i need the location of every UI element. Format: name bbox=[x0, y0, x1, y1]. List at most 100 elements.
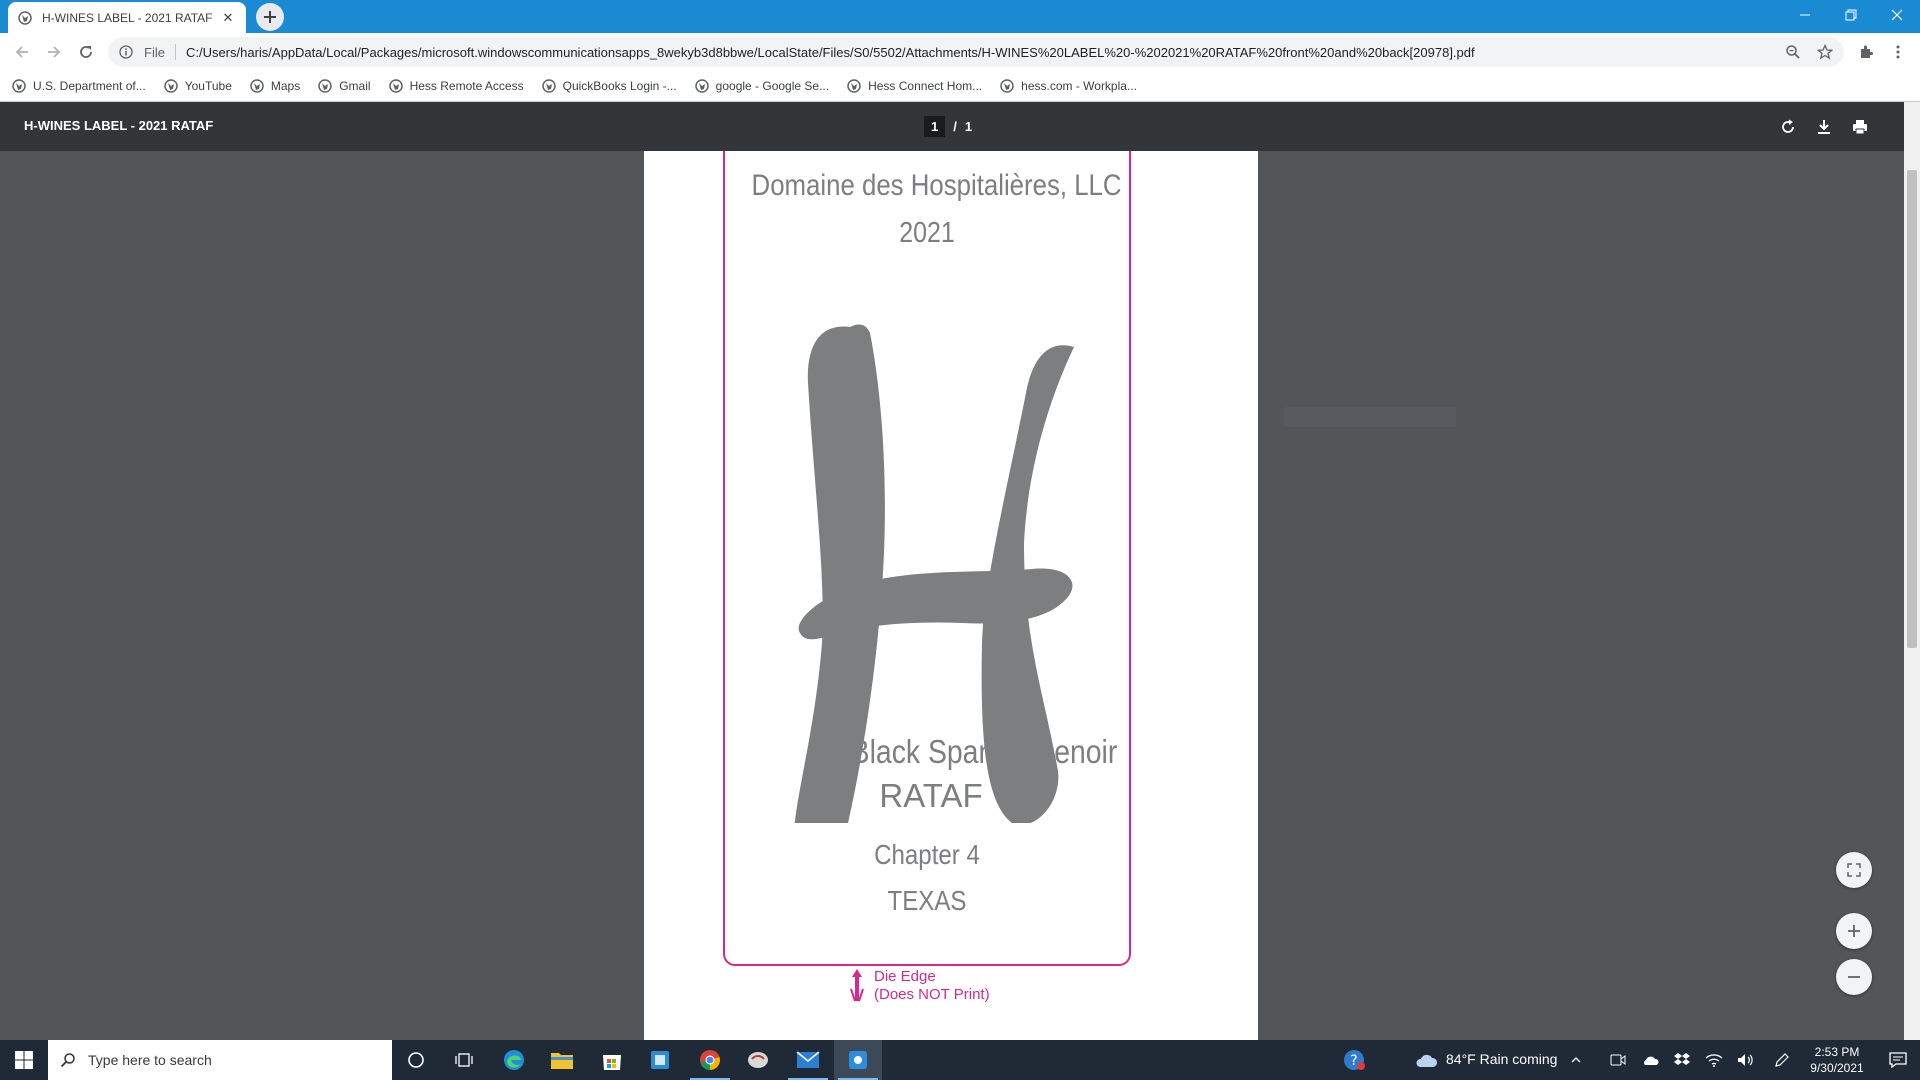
globe-icon bbox=[318, 79, 332, 93]
bookmark-star-button[interactable] bbox=[1811, 37, 1839, 67]
pen-icon[interactable] bbox=[1768, 1040, 1796, 1080]
restore-button[interactable] bbox=[1828, 0, 1874, 30]
current-page-input[interactable]: 1 bbox=[924, 116, 946, 137]
clock-date: 9/30/2021 bbox=[1810, 1061, 1864, 1075]
address-separator bbox=[174, 44, 176, 60]
bookmark-label: Maps bbox=[270, 79, 301, 93]
scrollbar-thumb[interactable] bbox=[1907, 170, 1917, 648]
chevron-up-icon[interactable] bbox=[1562, 1040, 1590, 1080]
mail-app-icon[interactable] bbox=[784, 1040, 832, 1080]
new-tab-button[interactable] bbox=[256, 3, 284, 31]
notifications-button[interactable] bbox=[1874, 1040, 1920, 1080]
weather-text[interactable]: 84°F Rain coming bbox=[1446, 1051, 1557, 1067]
system-clock[interactable]: 2:53 PM 9/30/2021 bbox=[1800, 1044, 1874, 1076]
reload-button[interactable] bbox=[72, 38, 100, 66]
cortana-button[interactable] bbox=[392, 1040, 440, 1080]
bookmark-label: Gmail bbox=[339, 79, 371, 93]
taskbar-search[interactable]: Type here to search bbox=[48, 1040, 392, 1080]
file-explorer-icon[interactable] bbox=[538, 1040, 586, 1080]
back-button[interactable] bbox=[8, 38, 36, 66]
start-button[interactable] bbox=[0, 1040, 48, 1080]
info-icon[interactable] bbox=[118, 44, 134, 60]
label-style: RATAF bbox=[879, 777, 983, 814]
bookmark-item[interactable]: google - Google Se... bbox=[694, 79, 829, 93]
printer-icon bbox=[1853, 120, 1867, 135]
die-edge-arrow-icon bbox=[850, 969, 864, 1002]
browser-toolbar: File C:/Users/haris/AppData/Local/Packag… bbox=[0, 33, 1920, 71]
ghost-annotation bbox=[1284, 407, 1456, 427]
bookmark-item[interactable]: Hess Connect Hom... bbox=[847, 79, 982, 93]
rotate-button[interactable] bbox=[1775, 114, 1801, 140]
label-chapter: Chapter 4 bbox=[874, 839, 980, 870]
fit-page-button[interactable] bbox=[1836, 852, 1872, 888]
zoom-in-button[interactable] bbox=[1836, 913, 1872, 949]
download-icon bbox=[1818, 120, 1830, 134]
bookmark-item[interactable]: YouTube bbox=[163, 79, 232, 93]
restore-icon bbox=[1845, 9, 1857, 21]
weather-cloud-icon[interactable] bbox=[1402, 1040, 1450, 1080]
store-app-icon[interactable] bbox=[588, 1040, 636, 1080]
bookmark-item[interactable]: Hess Remote Access bbox=[388, 79, 524, 93]
tab-title: H-WINES LABEL - 2021 RATAF front and bac… bbox=[42, 10, 214, 25]
bookmark-label: YouTube bbox=[184, 79, 232, 93]
arrow-left-icon bbox=[15, 46, 28, 58]
bookmark-item[interactable]: U.S. Department of... bbox=[12, 79, 146, 93]
app-blue-icon[interactable] bbox=[636, 1040, 684, 1080]
label-variety: Black Spanish Lenoir bbox=[850, 733, 1118, 770]
wifi-icon[interactable] bbox=[1700, 1040, 1728, 1080]
download-button[interactable] bbox=[1811, 114, 1837, 140]
bookmark-item[interactable]: hess.com - Workpla... bbox=[1000, 79, 1137, 93]
kebab-menu-icon bbox=[1896, 45, 1900, 59]
menu-button[interactable] bbox=[1884, 38, 1912, 66]
minimize-button[interactable] bbox=[1782, 0, 1828, 30]
page-separator: / bbox=[953, 119, 957, 134]
zoom-out-button[interactable] bbox=[1836, 959, 1872, 995]
arrow-right-icon bbox=[48, 46, 61, 58]
total-pages: 1 bbox=[964, 119, 973, 134]
pdf-toolbar: H-WINES LABEL - 2021 RATAF 1 / 1 bbox=[0, 102, 1920, 151]
address-scheme: File bbox=[144, 44, 165, 60]
zoom-page-button[interactable] bbox=[1779, 37, 1807, 67]
close-window-button[interactable] bbox=[1874, 0, 1920, 30]
app-settings-blue-icon[interactable] bbox=[834, 1040, 882, 1080]
print-button[interactable] bbox=[1847, 114, 1873, 140]
help-app-icon[interactable]: ? bbox=[1330, 1040, 1378, 1080]
app-brain-icon[interactable] bbox=[734, 1040, 782, 1080]
bookmark-label: QuickBooks Login -... bbox=[562, 79, 677, 93]
dropbox-icon[interactable] bbox=[1668, 1040, 1696, 1080]
globe-icon bbox=[694, 79, 709, 93]
extensions-button[interactable] bbox=[1852, 38, 1880, 66]
globe-icon bbox=[12, 79, 26, 93]
meet-now-icon[interactable] bbox=[1604, 1040, 1632, 1080]
onedrive-icon[interactable] bbox=[1636, 1040, 1664, 1080]
clock-time: 2:53 PM bbox=[1814, 1045, 1860, 1059]
search-icon bbox=[60, 1053, 75, 1068]
bookmark-item[interactable]: Maps bbox=[250, 79, 300, 93]
task-view-button[interactable] bbox=[440, 1040, 488, 1080]
puzzle-icon bbox=[1861, 45, 1873, 58]
pdf-viewport[interactable]: Domaine des Hospitalières, LLC 2021 Blac… bbox=[0, 151, 1904, 1040]
close-icon[interactable]: ✕ bbox=[220, 10, 236, 26]
chrome-app-icon[interactable] bbox=[686, 1040, 734, 1080]
bookmark-label: Hess Connect Hom... bbox=[868, 79, 983, 93]
fit-to-page-icon bbox=[1847, 863, 1861, 877]
die-edge-line2: (Does NOT Print) bbox=[874, 986, 990, 1003]
bookmark-item[interactable]: Gmail bbox=[318, 79, 371, 93]
volume-icon[interactable] bbox=[1732, 1040, 1760, 1080]
task-view-icon bbox=[455, 1053, 473, 1067]
address-url[interactable]: C:/Users/haris/AppData/Local/Packages/mi… bbox=[186, 45, 1666, 60]
globe-icon bbox=[388, 79, 403, 93]
label-state: TEXAS bbox=[887, 885, 967, 916]
vertical-scrollbar[interactable] bbox=[1904, 102, 1920, 1040]
globe-icon bbox=[847, 79, 861, 93]
magnifier-minus-icon bbox=[1786, 45, 1800, 59]
globe-icon bbox=[250, 79, 264, 93]
label-winery: Domaine des Hospitalières, LLC bbox=[751, 169, 1122, 202]
globe-icon bbox=[1000, 79, 1014, 93]
edge-app-icon[interactable] bbox=[490, 1040, 538, 1080]
browser-tab[interactable]: H-WINES LABEL - 2021 RATAF front and bac… bbox=[8, 2, 246, 33]
bookmark-item[interactable]: QuickBooks Login -... bbox=[541, 79, 677, 93]
address-bar[interactable]: File C:/Users/haris/AppData/Local/Packag… bbox=[108, 37, 1844, 67]
forward-button[interactable] bbox=[40, 38, 68, 66]
windows-taskbar: Type here to search ? 84°F Rain coming 2… bbox=[0, 1040, 1920, 1080]
